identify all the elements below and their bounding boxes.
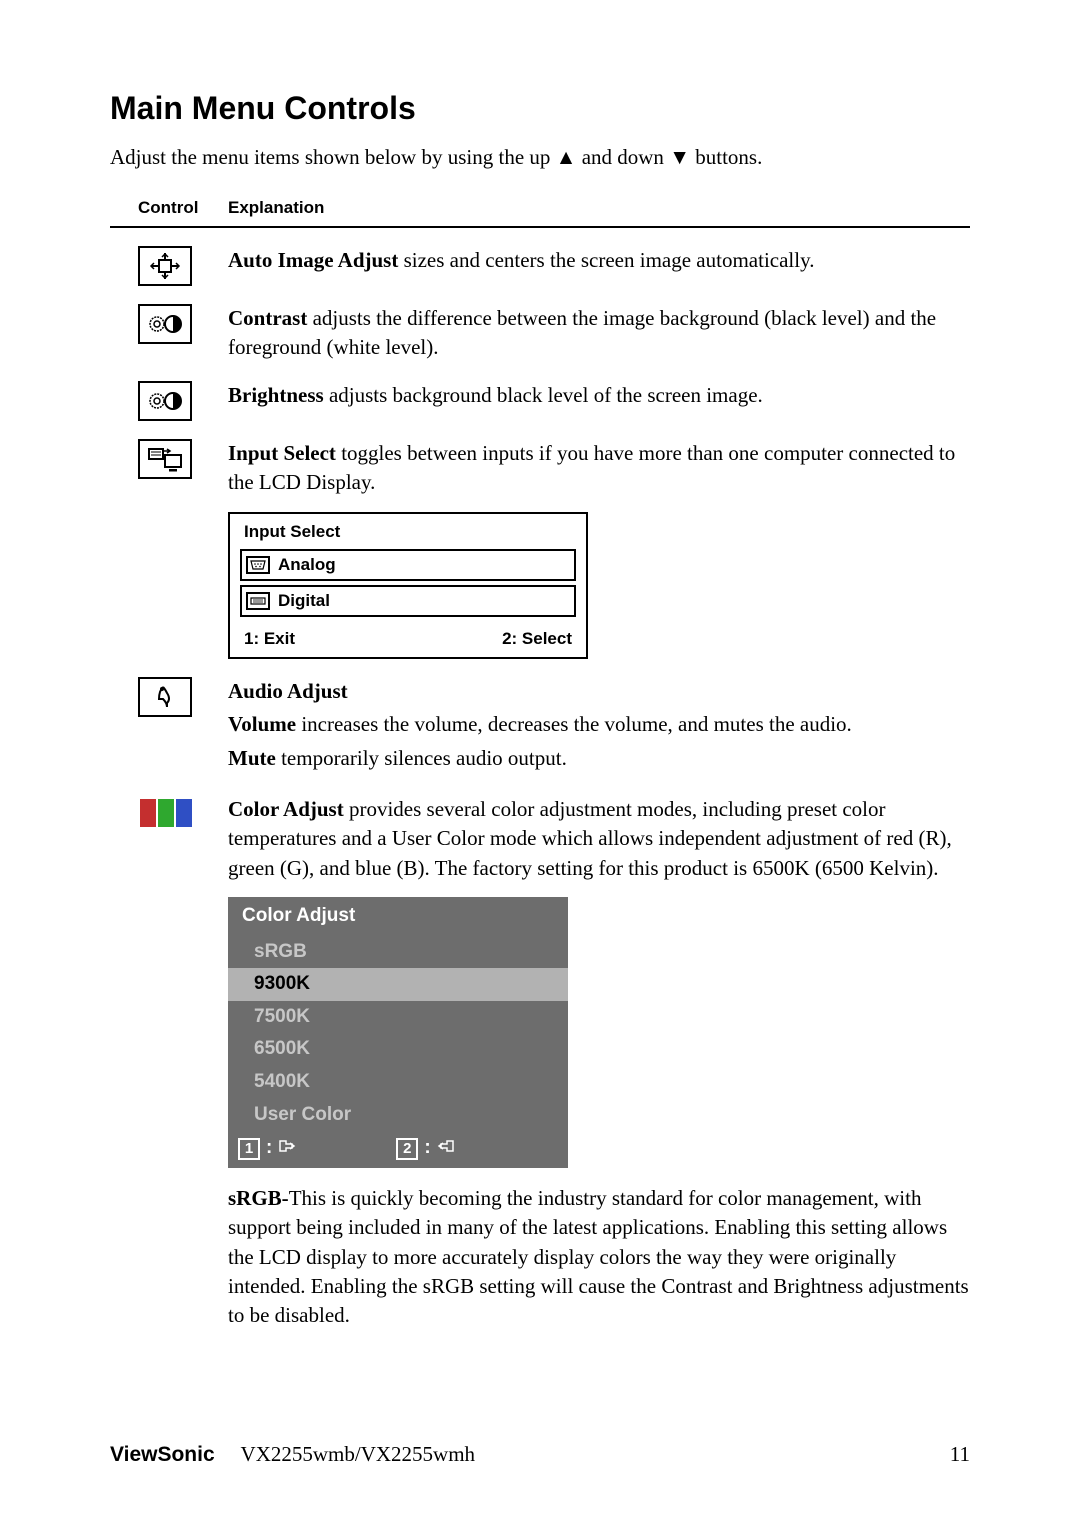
contrast-text: adjusts the difference between the image…: [228, 306, 936, 359]
intro-pre: Adjust the menu items shown below by usi…: [110, 145, 556, 169]
mute-label: Mute: [228, 746, 276, 770]
footer-model: VX2255wmb/VX2255wmh: [241, 1442, 476, 1466]
input-select-label: Input Select: [228, 441, 336, 465]
input-select-option-analog: Analog: [240, 549, 576, 581]
input-select-option-analog-label: Analog: [278, 553, 336, 577]
mute-text: temporarily silences audio output.: [276, 746, 567, 770]
srgb-label: sRGB-: [228, 1186, 289, 1210]
key-2: 2: [396, 1138, 418, 1160]
input-select-option-digital-label: Digital: [278, 589, 330, 613]
input-select-panel: Input Select Analog Digital 1: Exit 2: S…: [228, 512, 588, 659]
audio-adjust-title: Audio Adjust: [228, 679, 348, 703]
footer-brand: ViewSonic: [110, 1443, 215, 1466]
intro-post: buttons.: [690, 145, 762, 169]
color-adjust-item-7500k: 7500K: [228, 1001, 568, 1034]
colon: :: [266, 1135, 272, 1162]
color-adjust-footer: 1 : 2 :: [228, 1131, 568, 1168]
col-header-control: Control: [138, 198, 228, 218]
color-adjust-item-6500k: 6500K: [228, 1033, 568, 1066]
volume-text: increases the volume, decreases the volu…: [296, 712, 852, 736]
color-adjust-panel-title: Color Adjust: [228, 897, 568, 936]
brightness-icon: [138, 381, 192, 421]
color-adjust-icon: [138, 795, 194, 831]
page-title: Main Menu Controls: [110, 90, 970, 127]
input-select-option-digital: Digital: [240, 585, 576, 617]
page-footer: ViewSonic VX2255wmb/VX2255wmh 11: [110, 1442, 970, 1467]
color-adjust-item-usercolor: User Color: [228, 1099, 568, 1132]
col-header-explanation: Explanation: [228, 198, 324, 218]
srgb-text: This is quickly becoming the industry st…: [228, 1186, 969, 1328]
input-select-icon: [138, 439, 192, 479]
color-adjust-item-srgb: sRGB: [228, 936, 568, 969]
input-select-footer-exit: 1: Exit: [244, 627, 295, 651]
contrast-label: Contrast: [228, 306, 307, 330]
color-adjust-label: Color Adjust: [228, 797, 344, 821]
auto-image-adjust-icon: [138, 246, 192, 286]
intro-text: Adjust the menu items shown below by usi…: [110, 145, 970, 170]
page-number: 11: [950, 1442, 970, 1467]
intro-mid: and down: [576, 145, 669, 169]
color-adjust-item-5400k: 5400K: [228, 1066, 568, 1099]
table-header: Control Explanation: [110, 198, 970, 218]
row-brightness: Brightness adjusts background black leve…: [138, 381, 970, 421]
brightness-label: Brightness: [228, 383, 324, 407]
color-adjust-panel: Color Adjust sRGB 9300K 7500K 6500K 5400…: [228, 897, 568, 1168]
color-adjust-item-9300k: 9300K: [228, 968, 568, 1001]
triangle-up-icon: ▲: [556, 145, 577, 170]
colon-2: :: [424, 1135, 430, 1162]
input-select-panel-title: Input Select: [230, 514, 586, 548]
divider: [110, 226, 970, 228]
contrast-icon: [138, 304, 192, 344]
triangle-down-icon: ▼: [669, 145, 690, 170]
enter-arrow-icon: [437, 1135, 455, 1162]
row-input-select: Input Select toggles between inputs if y…: [138, 439, 970, 659]
auto-image-adjust-text: sizes and centers the screen image autom…: [398, 248, 814, 272]
digital-connector-icon: [246, 592, 270, 610]
exit-arrow-icon: [278, 1135, 296, 1162]
input-select-footer-select: 2: Select: [502, 627, 572, 651]
audio-adjust-icon: [138, 677, 192, 717]
input-select-text: toggles between inputs if you have more …: [228, 441, 955, 494]
analog-connector-icon: [246, 556, 270, 574]
row-audio-adjust: Audio Adjust Volume increases the volume…: [138, 677, 970, 777]
row-auto-image-adjust: Auto Image Adjust sizes and centers the …: [138, 246, 970, 286]
row-color-adjust: Color Adjust provides several color adju…: [138, 795, 970, 1331]
key-1: 1: [238, 1138, 260, 1160]
row-contrast: Contrast adjusts the difference between …: [138, 304, 970, 363]
brightness-text: adjusts background black level of the sc…: [324, 383, 763, 407]
auto-image-adjust-label: Auto Image Adjust: [228, 248, 398, 272]
volume-label: Volume: [228, 712, 296, 736]
